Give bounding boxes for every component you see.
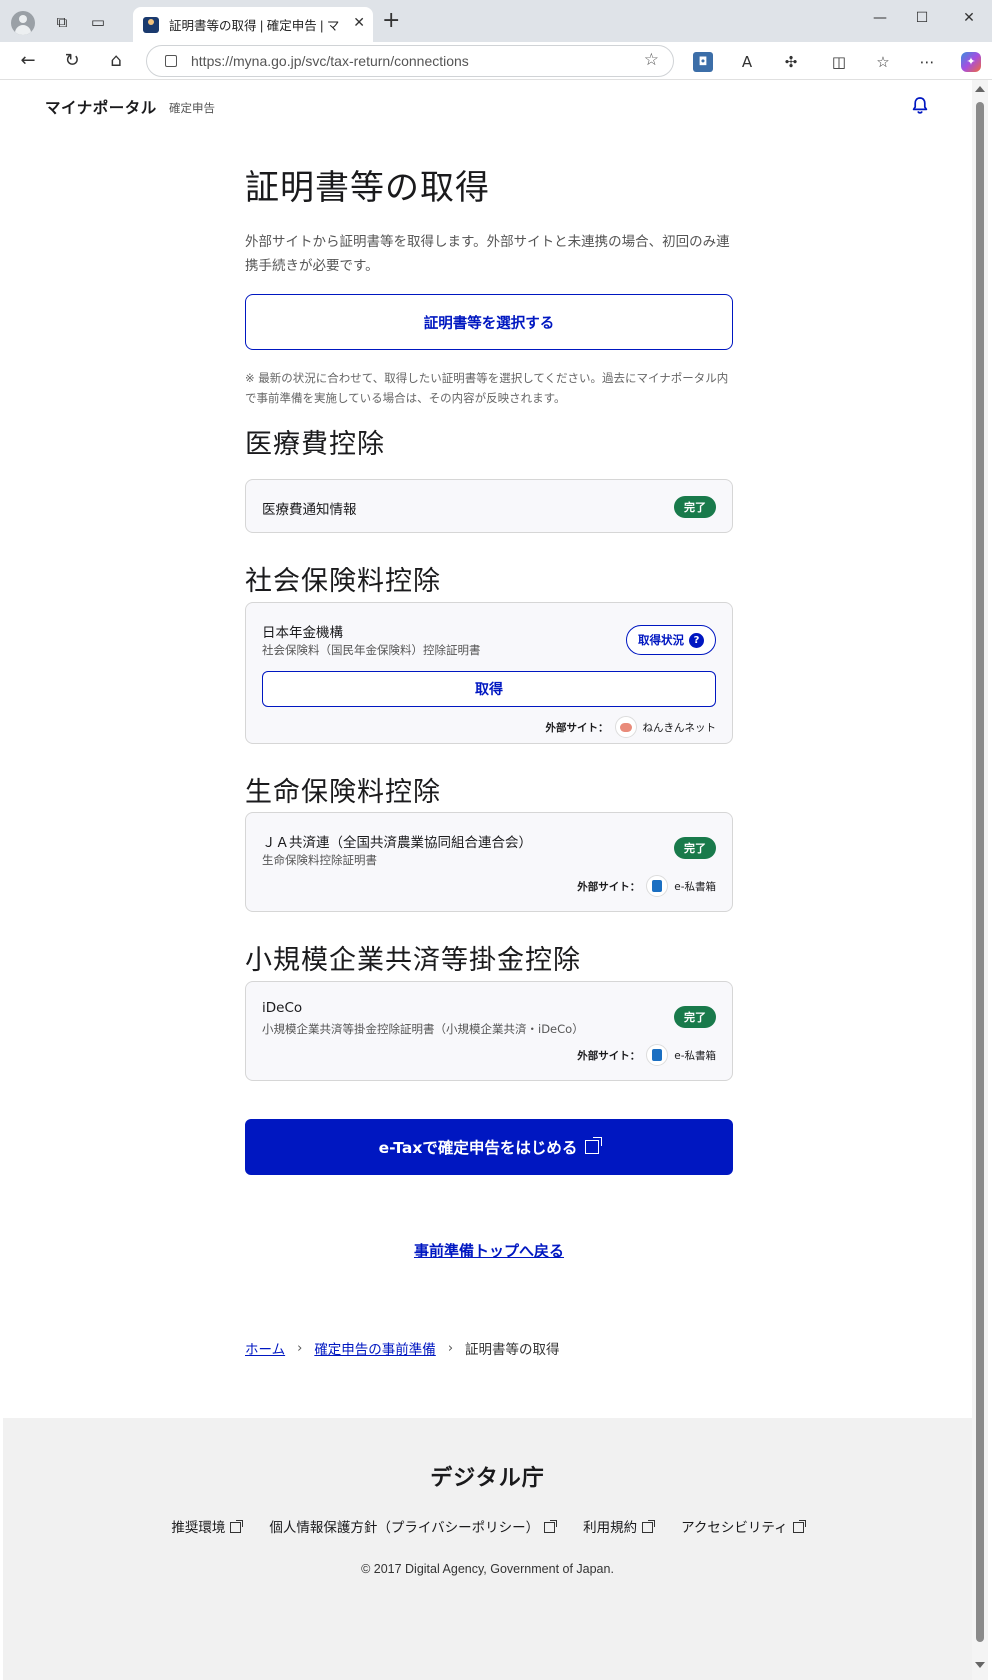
tab-favicon-icon <box>143 16 159 33</box>
e-shishobako-icon <box>646 875 669 897</box>
card-title: 医療費通知情報 <box>262 502 357 518</box>
site-section-label: 確定申告 <box>169 101 215 115</box>
home-icon[interactable]: ⌂ <box>104 50 128 74</box>
footer-link-label: 個人情報保護方針（プライバシーポリシー） <box>269 1520 540 1536</box>
card-social-insurance: 日本年金機構 社会保険料（国民年金保険料）控除証明書 取得状況 ? 取得 外部サ… <box>245 602 733 744</box>
section-heading-social-insurance: 社会保険料控除 <box>245 566 441 597</box>
tab-actions-icon[interactable]: ▭ <box>84 8 112 36</box>
external-site-info: 外部サイト： ねんきんネット <box>545 716 717 738</box>
footer-link-label: アクセシビリティ <box>681 1520 788 1536</box>
page-note: ※ 最新の状況に合わせて、取得したい証明書等を選択してください。過去にマイナポー… <box>245 371 729 405</box>
external-link-icon <box>792 1520 806 1533</box>
address-bar-row: ← ↻ ⌂ https://myna.go.jp/svc/tax-return/… <box>0 42 992 80</box>
external-site-name: e-私書箱 <box>674 880 716 893</box>
url-field[interactable]: https://myna.go.jp/svc/tax-return/connec… <box>146 45 674 77</box>
page-viewport: マイナポータル 確定申告 証明書等の取得 外部サイトから証明書等を取得します。外… <box>3 80 972 1680</box>
notification-bell-icon[interactable] <box>911 96 929 114</box>
section-heading-small-business: 小規模企業共済等掛金控除 <box>245 945 581 976</box>
digital-agency-logo[interactable]: デジタル庁 <box>3 1460 972 1492</box>
breadcrumb-parent-link[interactable]: 確定申告の事前準備 <box>314 1338 436 1358</box>
nenkin-net-icon <box>614 716 637 738</box>
profile-avatar-icon[interactable] <box>11 11 35 35</box>
external-site-info: 外部サイト： e-私書箱 <box>577 1044 716 1066</box>
read-aloud-icon[interactable]: A <box>737 52 757 72</box>
card-title: iDeCo <box>262 1000 303 1016</box>
new-tab-icon[interactable]: + <box>382 10 400 32</box>
footer-link-label: 利用規約 <box>583 1520 638 1536</box>
maximize-icon[interactable]: ☐ <box>912 10 932 26</box>
favorites-icon[interactable]: ☆ <box>873 52 893 72</box>
external-site-label: 外部サイト： <box>545 721 609 734</box>
card-subtitle: 社会保険料（国民年金保険料）控除証明書 <box>262 643 481 657</box>
card-medical: 医療費通知情報 完了 <box>245 479 733 533</box>
external-site-name: e-私書箱 <box>674 1049 716 1062</box>
split-screen-icon[interactable]: ◫ <box>829 52 849 72</box>
scroll-down-icon[interactable] <box>975 1662 985 1668</box>
acquire-button[interactable]: 取得 <box>262 671 716 707</box>
etax-start-label: e-Taxで確定申告をはじめる <box>378 1139 578 1157</box>
footer-links: 推奨環境 個人情報保護方針（プライバシーポリシー） 利用規約 アクセシビリティ <box>3 1516 972 1536</box>
external-site-info: 外部サイト： e-私書箱 <box>577 875 716 897</box>
external-site-name: ねんきんネット <box>642 721 717 734</box>
browser-titlebar: ⧉ ▭ 証明書等の取得 | 確定申告 | マ ✕ + — ☐ ✕ <box>0 0 992 42</box>
card-subtitle: 生命保険料控除証明書 <box>262 853 377 867</box>
password-extension-icon[interactable]: ◘ <box>693 52 713 72</box>
footer-link-terms[interactable]: 利用規約 <box>583 1516 656 1536</box>
chevron-right-icon: › <box>447 1340 454 1356</box>
site-footer: デジタル庁 推奨環境 個人情報保護方針（プライバシーポリシー） 利用規約 アクセ… <box>3 1418 972 1680</box>
favorite-star-icon[interactable]: ☆ <box>644 50 659 70</box>
section-heading-medical: 医療費控除 <box>245 429 385 460</box>
etax-start-button[interactable]: e-Taxで確定申告をはじめる <box>245 1119 733 1175</box>
help-icon: ? <box>689 632 704 648</box>
tab-title: 証明書等の取得 | 確定申告 | マ <box>169 19 340 33</box>
browser-tab-active[interactable]: 証明書等の取得 | 確定申告 | マ ✕ <box>133 7 373 42</box>
chevron-right-icon: › <box>297 1340 303 1356</box>
tab-close-icon[interactable]: ✕ <box>353 15 365 31</box>
card-subtitle: 小規模企業共済等掛金控除証明書（小規模企業共済・iDeCo） <box>262 1022 584 1036</box>
workspaces-icon[interactable]: ⧉ <box>48 8 76 36</box>
breadcrumb-home-link[interactable]: ホーム <box>245 1338 285 1358</box>
footer-copyright: © 2017 Digital Agency, Government of Jap… <box>361 1562 614 1576</box>
status-badge: 完了 <box>674 837 716 859</box>
footer-link-label: 推奨環境 <box>171 1520 226 1536</box>
external-link-icon <box>230 1520 244 1533</box>
url-text: https://myna.go.jp/svc/tax-return/connec… <box>191 53 469 69</box>
external-site-label: 外部サイト： <box>577 880 641 893</box>
footer-link-privacy[interactable]: 個人情報保護方針（プライバシーポリシー） <box>269 1516 558 1536</box>
status-badge: 完了 <box>674 1006 716 1028</box>
scroll-up-icon[interactable] <box>975 86 985 92</box>
external-link-icon <box>585 1137 603 1154</box>
card-life-insurance: ＪＡ共済連（全国共済農業協同組合連合会） 生命保険料控除証明書 完了 外部サイト… <box>245 812 733 912</box>
site-brand[interactable]: マイナポータル <box>45 96 157 118</box>
back-icon[interactable]: ← <box>16 50 40 74</box>
external-link-icon <box>544 1520 558 1533</box>
site-info-icon[interactable] <box>165 55 177 67</box>
card-small-business: iDeCo 小規模企業共済等掛金控除証明書（小規模企業共済・iDeCo） 完了 … <box>245 981 733 1081</box>
refresh-icon[interactable]: ↻ <box>60 50 84 74</box>
close-window-icon[interactable]: ✕ <box>959 10 979 26</box>
status-badge: 完了 <box>674 496 716 518</box>
card-title: 日本年金機構 <box>262 625 343 641</box>
select-certificates-button[interactable]: 証明書等を選択する <box>245 294 733 350</box>
copilot-icon[interactable]: ✦ <box>961 52 981 72</box>
page-title: 証明書等の取得 <box>245 168 490 208</box>
acquisition-status-label: 取得状況 <box>638 633 684 647</box>
breadcrumb: ホーム › 確定申告の事前準備 › 証明書等の取得 <box>245 1338 560 1359</box>
extensions-icon[interactable]: ✣ <box>781 52 801 72</box>
external-link-icon <box>642 1520 656 1533</box>
external-site-label: 外部サイト： <box>577 1049 641 1062</box>
scroll-thumb[interactable] <box>976 102 984 1642</box>
more-menu-icon[interactable]: ⋯ <box>917 52 937 72</box>
section-heading-life-insurance: 生命保険料控除 <box>245 777 441 808</box>
acquisition-status-button[interactable]: 取得状況 ? <box>626 625 716 655</box>
back-to-preparation-link[interactable]: 事前準備トップへ戻る <box>245 1240 733 1261</box>
breadcrumb-current: 証明書等の取得 <box>465 1342 560 1358</box>
minimize-icon[interactable]: — <box>870 10 890 26</box>
page-scrollbar[interactable] <box>972 80 988 1680</box>
page-lead: 外部サイトから証明書等を取得します。外部サイトと未連携の場合、初回のみ連携手続き… <box>245 234 730 274</box>
footer-link-environment[interactable]: 推奨環境 <box>171 1516 244 1536</box>
footer-link-accessibility[interactable]: アクセシビリティ <box>681 1516 806 1536</box>
card-title: ＪＡ共済連（全国共済農業協同組合連合会） <box>262 835 532 851</box>
e-shishobako-icon <box>646 1044 669 1066</box>
